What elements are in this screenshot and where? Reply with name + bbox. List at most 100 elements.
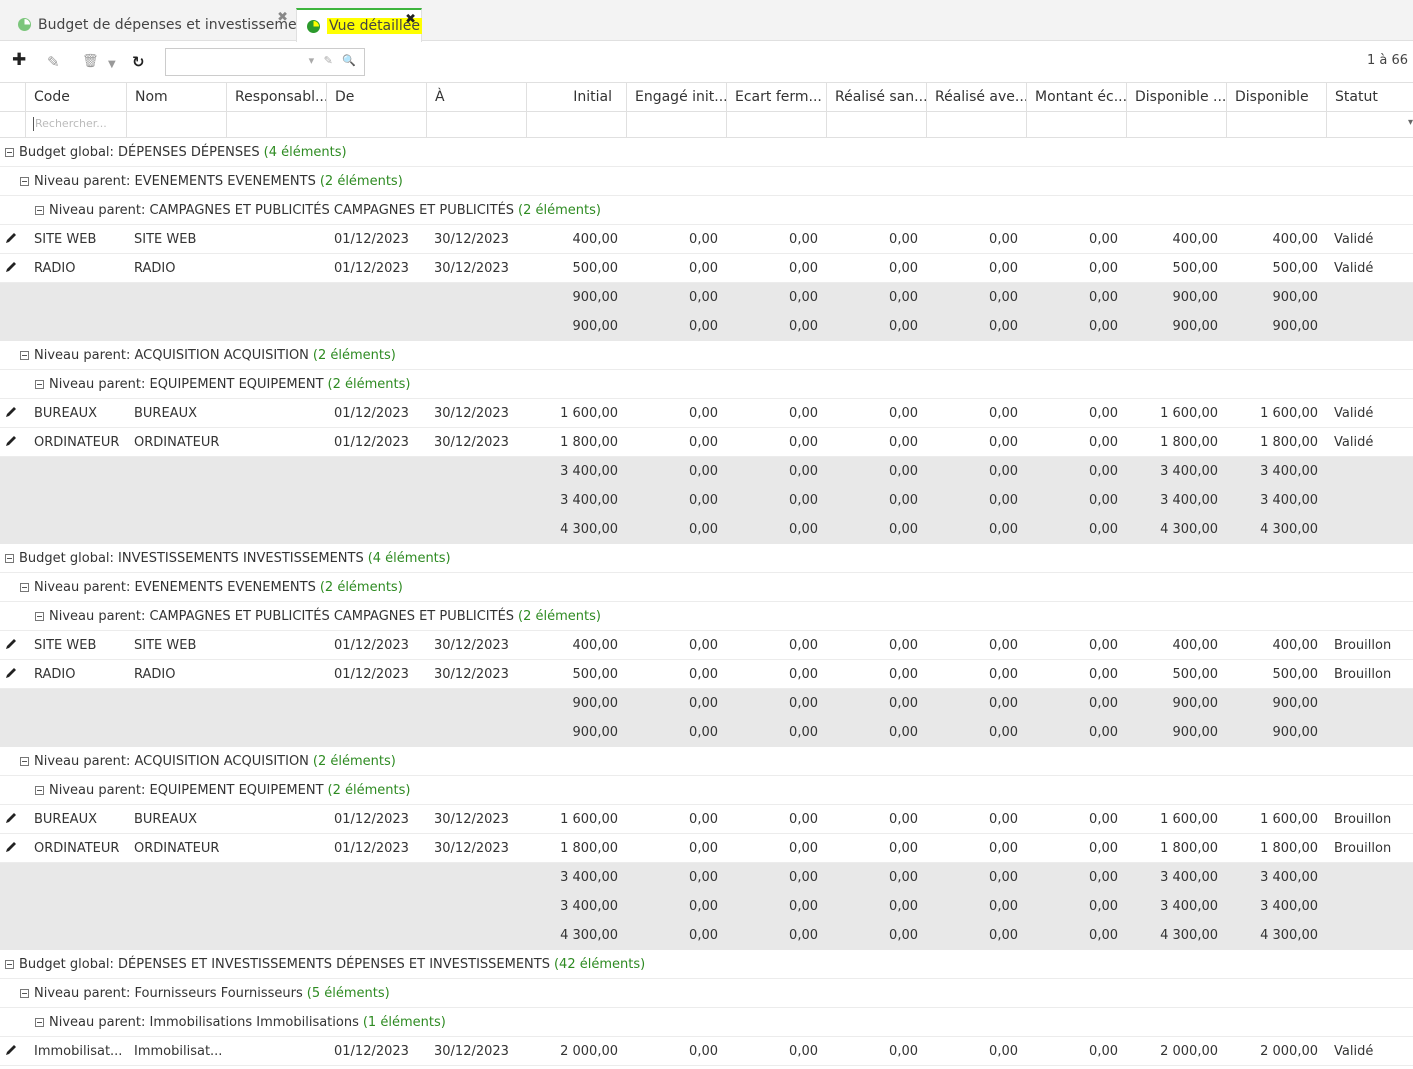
column-filter-cell[interactable]: [1226, 112, 1326, 137]
group-header[interactable]: Niveau parent: ACQUISITION ACQUISITION (2…: [20, 754, 396, 769]
group-count: (2 éléments): [518, 203, 601, 218]
collapse-icon[interactable]: [20, 583, 29, 592]
column-filter-cell[interactable]: [726, 112, 826, 137]
group-row: Niveau parent: ACQUISITION ACQUISITION (2…: [0, 747, 1413, 776]
group-header[interactable]: Niveau parent: Immobilisations Immobilis…: [35, 1015, 446, 1030]
column-header[interactable]: Engagé init...: [626, 83, 726, 111]
column-filter-cell[interactable]: [1026, 112, 1126, 137]
group-header[interactable]: Budget global: DÉPENSES ET INVESTISSEMEN…: [5, 957, 645, 972]
group-header[interactable]: Budget global: DÉPENSES DÉPENSES (4 éléme…: [5, 145, 347, 160]
tab-vue-detaillee[interactable]: Vue détaillée ✖: [296, 8, 423, 42]
column-filter-cell[interactable]: [926, 112, 1026, 137]
table-row[interactable]: SITE WEB SITE WEB 01/12/2023 30/12/2023 Brou…: [0, 631, 1413, 660]
group-header[interactable]: Niveau parent: EQUIPEMENT EQUIPEMENT (2 é…: [35, 377, 410, 392]
group-header[interactable]: Niveau parent: EQUIPEMENT EQUIPEMENT (2 é…: [35, 783, 410, 798]
collapse-icon[interactable]: [35, 206, 44, 215]
collapse-icon[interactable]: [20, 757, 29, 766]
column-header[interactable]: Ecart ferm...: [726, 83, 826, 111]
column-header[interactable]: Code: [25, 83, 126, 111]
group-header[interactable]: Niveau parent: EVENEMENTS EVENEMENTS (2 é…: [20, 174, 403, 189]
cell-amount: 0,00: [989, 493, 1018, 508]
add-icon[interactable]: ✚: [12, 52, 26, 69]
collapse-icon[interactable]: [5, 960, 14, 969]
pencil-icon[interactable]: [4, 405, 18, 419]
column-filter-cell[interactable]: [326, 112, 426, 137]
column-header[interactable]: Disponible: [1226, 83, 1326, 111]
chevron-down-icon[interactable]: ▼: [108, 57, 116, 73]
collapse-icon[interactable]: [35, 612, 44, 621]
column-filter-cell[interactable]: [526, 112, 626, 137]
column-header[interactable]: Réalisé san...: [826, 83, 926, 111]
table-row[interactable]: ORDINATEUR ORDINATEUR 01/12/2023 30/12/2023…: [0, 428, 1413, 457]
group-header[interactable]: Niveau parent: Fournisseurs Fournisseurs…: [20, 986, 390, 1001]
table-row[interactable]: Immobilisat... Immobilisat... 01/12/2023 30…: [0, 1037, 1413, 1066]
edit-icon[interactable]: ✎: [47, 54, 60, 70]
table-row[interactable]: BUREAUX BUREAUX 01/12/2023 30/12/2023 Validé…: [0, 399, 1413, 428]
table-row[interactable]: SITE WEB SITE WEB 01/12/2023 30/12/2023 Vali…: [0, 225, 1413, 254]
column-header[interactable]: Statut: [1326, 83, 1413, 111]
column-header[interactable]: Responsabl...: [226, 83, 326, 111]
column-header[interactable]: Nom: [126, 83, 226, 111]
group-header[interactable]: Budget global: INVESTISSEMENTS INVESTISS…: [5, 551, 451, 566]
column-filter-cell[interactable]: [1126, 112, 1226, 137]
group-header[interactable]: Niveau parent: EVENEMENTS EVENEMENTS (2 é…: [20, 580, 403, 595]
column-header[interactable]: À: [426, 83, 526, 111]
cell-amount: 400,00: [1172, 232, 1219, 247]
collapse-icon[interactable]: [35, 380, 44, 389]
column-filter-cell[interactable]: [25, 112, 126, 137]
column-header[interactable]: Montant éc...: [1026, 83, 1126, 111]
column-header[interactable]: De: [326, 83, 426, 111]
trash-icon[interactable]: 🗑: [82, 54, 99, 70]
close-icon[interactable]: ✖: [277, 11, 288, 24]
pencil-icon[interactable]: [4, 1043, 18, 1057]
pencil-icon[interactable]: [4, 811, 18, 825]
group-header[interactable]: Niveau parent: ACQUISITION ACQUISITION (2…: [20, 348, 396, 363]
collapse-icon[interactable]: [35, 786, 44, 795]
group-label: Niveau parent: ACQUISITION ACQUISITION: [34, 348, 309, 363]
tab-budget[interactable]: Budget de dépenses et investissements ✖: [8, 8, 318, 41]
column-filter-cell[interactable]: [226, 112, 326, 137]
pencil-icon[interactable]: [4, 231, 18, 245]
group-row: Niveau parent: Immobilisations Immobilis…: [0, 1008, 1413, 1037]
cell-amount: 1 800,00: [560, 841, 618, 856]
cell-amount: 0,00: [889, 493, 918, 508]
cell-code: SITE WEB: [34, 232, 97, 247]
column-header[interactable]: Disponible ...: [1126, 83, 1226, 111]
group-header[interactable]: Niveau parent: CAMPAGNES ET PUBLICITÉS C…: [35, 203, 601, 218]
pencil-icon[interactable]: [4, 666, 18, 680]
search-input[interactable]: ▾ ✎ 🔍: [165, 48, 365, 76]
pencil-icon[interactable]: [4, 637, 18, 651]
column-filter-cell[interactable]: [826, 112, 926, 137]
summary-row: 3 400,00 0,00 0,00 0,00 0,00 0,00 3 400,00 3 40…: [0, 892, 1413, 921]
column-filter-cell[interactable]: [426, 112, 526, 137]
table-row[interactable]: BUREAUX BUREAUX 01/12/2023 30/12/2023 Brouil…: [0, 805, 1413, 834]
collapse-icon[interactable]: [20, 989, 29, 998]
cell-amount: 0,00: [689, 812, 718, 827]
group-header[interactable]: Niveau parent: CAMPAGNES ET PUBLICITÉS C…: [35, 609, 601, 624]
column-header[interactable]: Réalisé ave...: [926, 83, 1026, 111]
table-row[interactable]: ORDINATEUR ORDINATEUR 01/12/2023 30/12/2023…: [0, 834, 1413, 863]
collapse-icon[interactable]: [20, 351, 29, 360]
cell-amount: 2 000,00: [1160, 1044, 1218, 1059]
cell-amount: 0,00: [689, 1044, 718, 1059]
collapse-icon[interactable]: [20, 177, 29, 186]
column-filter-cell[interactable]: [626, 112, 726, 137]
collapse-icon[interactable]: [5, 148, 14, 157]
pencil-icon[interactable]: [4, 260, 18, 274]
pencil-icon[interactable]: [4, 840, 18, 854]
collapse-icon[interactable]: [5, 554, 14, 563]
search-icon[interactable]: ▾ ✎ 🔍: [309, 54, 359, 67]
column-header[interactable]: Initial: [526, 83, 626, 111]
refresh-icon[interactable]: ↻: [132, 54, 145, 70]
table-row[interactable]: RADIO RADIO 01/12/2023 30/12/2023 Brouillon 5…: [0, 660, 1413, 689]
collapse-icon[interactable]: [35, 1018, 44, 1027]
close-icon[interactable]: ✖: [405, 13, 416, 26]
chevron-down-icon[interactable]: ▾: [1408, 117, 1413, 128]
pencil-icon[interactable]: [4, 434, 18, 448]
group-label: Niveau parent: CAMPAGNES ET PUBLICITÉS C…: [49, 203, 515, 218]
table-row[interactable]: RADIO RADIO 01/12/2023 30/12/2023 Validé 500,…: [0, 254, 1413, 283]
cell-amount: 0,00: [989, 870, 1018, 885]
cell-amount: 900,00: [1272, 319, 1319, 334]
column-filter-cell[interactable]: [126, 112, 226, 137]
column-filter-cell[interactable]: [1326, 112, 1413, 137]
